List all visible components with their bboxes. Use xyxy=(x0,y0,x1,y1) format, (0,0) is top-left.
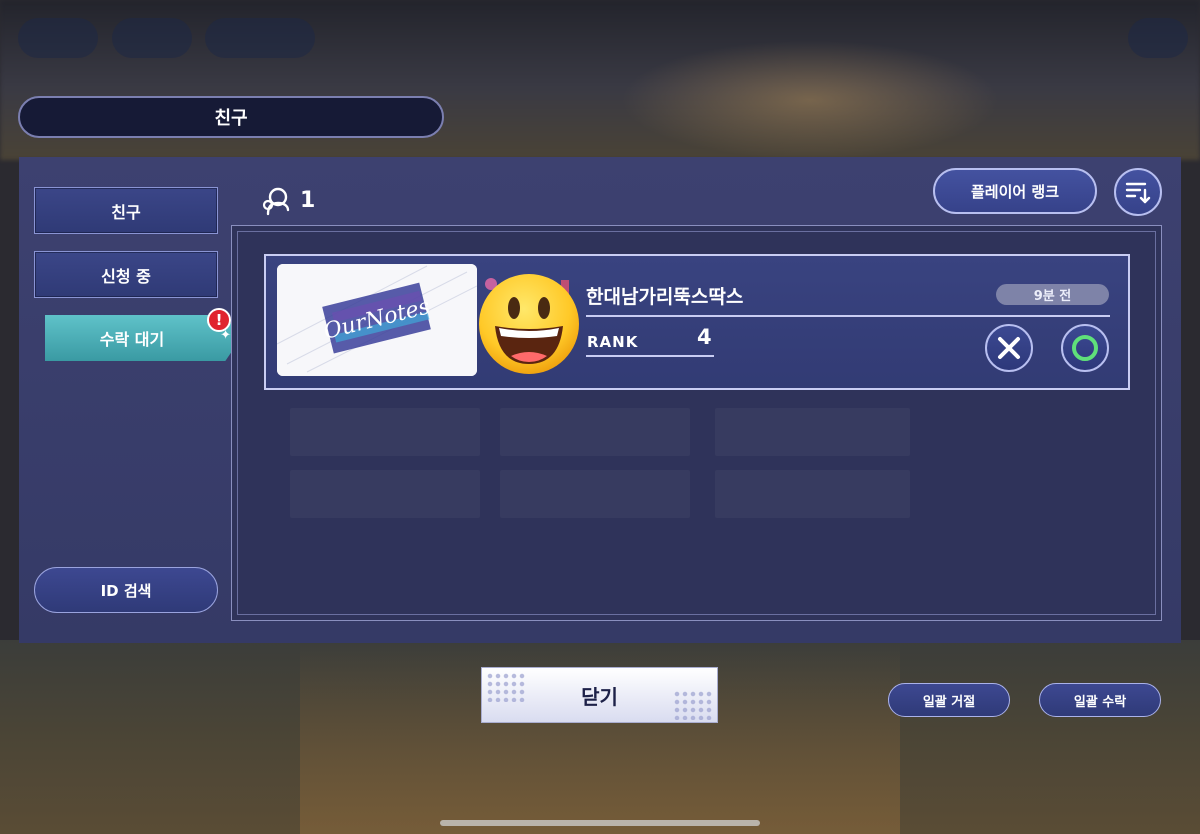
home-indicator[interactable] xyxy=(440,820,760,826)
rank-value: 4 xyxy=(697,325,712,349)
accept-all-button[interactable]: 일괄 수락 xyxy=(1039,683,1161,717)
profile-banner-image: OurNotes xyxy=(277,264,477,376)
accept-button[interactable] xyxy=(1061,324,1109,372)
friend-count: 1 xyxy=(300,188,316,213)
tab-friends-label: 친구 xyxy=(111,202,141,222)
accept-all-label: 일괄 수락 xyxy=(1073,694,1127,710)
id-search-button[interactable]: ID 검색 xyxy=(34,567,218,613)
tab-sent-requests[interactable]: 신청 중 xyxy=(34,251,218,298)
background-ghost xyxy=(290,408,480,456)
reject-all-button[interactable]: 일괄 거절 xyxy=(888,683,1010,717)
rank-underline xyxy=(586,355,714,357)
close-label: 닫기 xyxy=(581,684,618,709)
sort-button[interactable] xyxy=(1114,168,1162,216)
decorative-dots xyxy=(486,672,526,702)
accept-circle-icon xyxy=(1072,335,1098,361)
tab-pending-requests-label: 수락 대기 xyxy=(99,330,165,349)
close-button[interactable]: 닫기 xyxy=(481,667,718,723)
tab-friends[interactable]: 친구 xyxy=(34,187,218,234)
background-ghost xyxy=(715,470,910,518)
background-ghost xyxy=(500,470,690,518)
avatar xyxy=(479,274,579,374)
page-title: 친구 xyxy=(18,96,444,138)
rank-label: RANK xyxy=(587,333,639,351)
sort-icon xyxy=(1125,182,1151,204)
decorative-dots xyxy=(673,690,713,720)
friend-count-icon xyxy=(262,187,290,216)
reject-button[interactable] xyxy=(985,324,1033,372)
friend-name: 한대남가리뚝스딱스 xyxy=(586,286,744,308)
page-title-label: 친구 xyxy=(214,108,248,129)
our-notes-logo: OurNotes xyxy=(277,264,477,376)
divider xyxy=(586,315,1110,317)
player-rank-label: 플레이어 랭크 xyxy=(970,182,1060,201)
background-ghost xyxy=(715,408,910,456)
tab-sent-requests-label: 신청 중 xyxy=(101,266,151,286)
close-x-icon xyxy=(998,337,1020,359)
player-rank-button[interactable]: 플레이어 랭크 xyxy=(933,168,1097,214)
id-search-label: ID 검색 xyxy=(100,581,152,600)
background-ghost xyxy=(290,470,480,518)
background-ghost xyxy=(500,408,690,456)
request-time-badge: 9분 전 xyxy=(996,284,1109,305)
request-time: 9분 전 xyxy=(1033,289,1072,304)
reject-all-label: 일괄 거절 xyxy=(922,694,976,710)
alert-badge-icon: ! xyxy=(207,308,231,332)
